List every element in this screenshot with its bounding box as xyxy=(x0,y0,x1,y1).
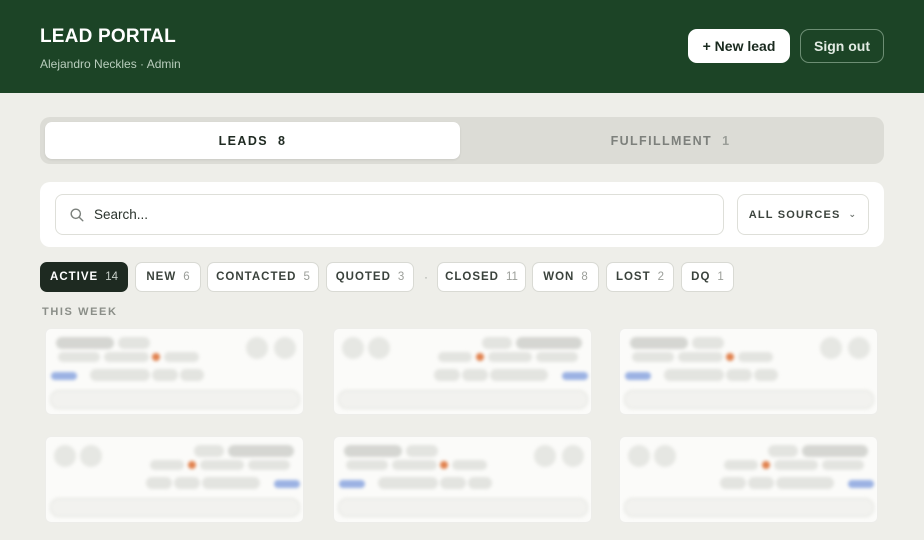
source-filter-label: ALL SOURCES xyxy=(748,208,841,221)
filter-chip-label: CONTACTED xyxy=(216,271,297,283)
tab-fulfillment-count: 1 xyxy=(722,133,731,148)
filter-chip-count: 2 xyxy=(657,271,665,283)
filter-chip-count: 5 xyxy=(303,271,310,283)
phone-icon[interactable] xyxy=(820,337,842,359)
phone-icon[interactable] xyxy=(368,337,390,359)
chevron-down-icon: ⌄ xyxy=(848,209,858,219)
filter-chip-label: NEW xyxy=(146,271,177,283)
user-subtitle: Alejandro Neckles · Admin xyxy=(40,57,181,71)
filter-chip-new[interactable]: NEW 6 xyxy=(135,262,201,292)
filter-chip-count: 14 xyxy=(105,271,118,283)
lead-card[interactable] xyxy=(45,436,304,523)
search-icon xyxy=(70,208,84,222)
pencil-icon[interactable] xyxy=(274,337,296,359)
filter-chip-quoted[interactable]: QUOTED 3 xyxy=(326,262,414,292)
lead-card[interactable] xyxy=(619,436,878,523)
tab-fulfillment[interactable]: FULFILLMENT 1 xyxy=(462,122,879,159)
filter-chip-label: QUOTED xyxy=(335,271,391,283)
filter-chip-label: ACTIVE xyxy=(50,271,99,283)
filter-chip-lost[interactable]: LOST 2 xyxy=(606,262,674,292)
filter-chip-label: CLOSED xyxy=(445,271,499,283)
filter-chip-count: 6 xyxy=(183,271,190,283)
tab-leads-label: LEADS xyxy=(218,133,268,148)
filter-chip-active[interactable]: ACTIVE 14 xyxy=(40,262,128,292)
app-header: LEAD PORTAL Alejandro Neckles · Admin + … xyxy=(0,0,924,93)
filter-chip-contacted[interactable]: CONTACTED 5 xyxy=(207,262,319,292)
filter-separator: · xyxy=(424,270,428,284)
new-lead-button[interactable]: + New lead xyxy=(688,29,790,63)
filter-chip-dq[interactable]: DQ 1 xyxy=(681,262,734,292)
search-input[interactable] xyxy=(94,195,714,234)
tab-fulfillment-label: FULFILLMENT xyxy=(610,133,713,148)
lead-card[interactable] xyxy=(45,328,304,415)
section-heading-this-week: THIS WEEK xyxy=(42,306,118,318)
tab-leads-count: 8 xyxy=(278,133,287,148)
tab-leads[interactable]: LEADS 8 xyxy=(45,122,460,159)
filter-chip-count: 11 xyxy=(505,271,518,283)
pencil-icon[interactable] xyxy=(54,445,76,467)
filter-chip-label: DQ xyxy=(691,271,711,283)
filter-chip-won[interactable]: WON 8 xyxy=(532,262,599,292)
filter-chip-closed[interactable]: CLOSED 11 xyxy=(437,262,526,292)
app-title: LEAD PORTAL xyxy=(40,26,176,47)
phone-icon[interactable] xyxy=(654,445,676,467)
filter-chip-count: 1 xyxy=(717,271,724,283)
lead-card[interactable] xyxy=(619,328,878,415)
pencil-icon[interactable] xyxy=(342,337,364,359)
phone-icon[interactable] xyxy=(246,337,268,359)
view-tabs: LEADS 8 FULFILLMENT 1 xyxy=(40,117,884,164)
pencil-icon[interactable] xyxy=(562,445,584,467)
phone-icon[interactable] xyxy=(534,445,556,467)
lead-card[interactable] xyxy=(333,328,592,415)
sign-out-button[interactable]: Sign out xyxy=(800,29,884,63)
search-panel: ALL SOURCES ⌄ xyxy=(40,182,884,247)
filter-chip-label: WON xyxy=(543,271,575,283)
filter-chip-count: 3 xyxy=(397,271,405,283)
lead-card[interactable] xyxy=(333,436,592,523)
phone-icon[interactable] xyxy=(80,445,102,467)
pencil-icon[interactable] xyxy=(848,337,870,359)
source-filter-select[interactable]: ALL SOURCES ⌄ xyxy=(737,194,869,235)
filter-chip-count: 8 xyxy=(581,271,588,283)
filter-chip-label: LOST xyxy=(615,271,651,283)
search-field[interactable] xyxy=(55,194,724,235)
pencil-icon[interactable] xyxy=(628,445,650,467)
